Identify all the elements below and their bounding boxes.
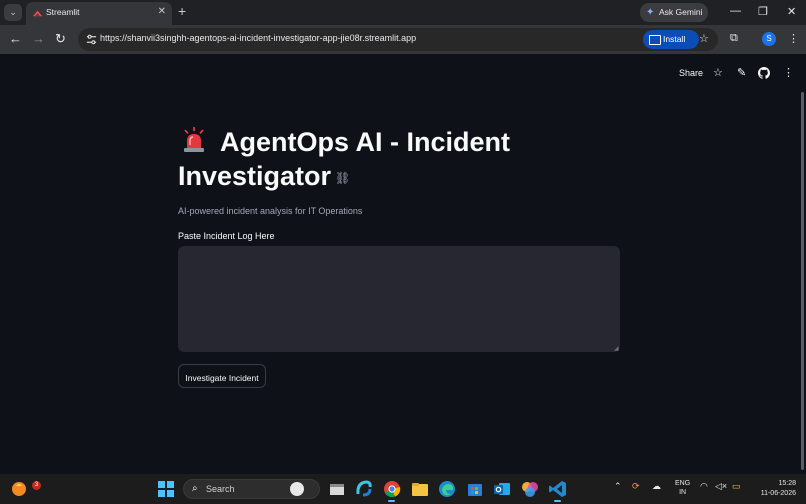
browser-toolbar: ← → ↻ https://shanvii3singhh-agentops-ai… bbox=[0, 25, 806, 54]
extensions-puzzle-icon[interactable]: ⧉ bbox=[730, 32, 738, 45]
ask-gemini-button[interactable]: ✦ Ask Gemini bbox=[640, 3, 708, 22]
vscode-active-indicator bbox=[554, 500, 561, 502]
bookmark-star-icon[interactable]: ☆ bbox=[699, 32, 709, 45]
folder-icon[interactable] bbox=[410, 479, 430, 499]
language-region: IN bbox=[679, 489, 687, 496]
github-icon[interactable] bbox=[758, 67, 770, 79]
store-icon[interactable] bbox=[465, 479, 485, 499]
search-highlight-icon bbox=[290, 482, 304, 496]
search-icon: ⌕ bbox=[192, 483, 198, 494]
address-bar[interactable]: https://shanvii3singhh-agentops-ai-incid… bbox=[78, 28, 718, 51]
clock-date: 11-06-2026 bbox=[760, 490, 796, 497]
window-restore-button[interactable]: ❐ bbox=[758, 5, 768, 18]
install-monitor-icon bbox=[649, 35, 661, 45]
back-arrow-icon[interactable]: ← bbox=[9, 32, 22, 46]
rotating-light-icon bbox=[178, 125, 208, 153]
wifi-icon[interactable]: ◠ bbox=[700, 481, 708, 492]
site-info-icon[interactable] bbox=[86, 34, 97, 45]
tab-close-icon[interactable]: ✕ bbox=[158, 6, 166, 17]
incident-log-label: Paste Incident Log Here bbox=[178, 231, 275, 241]
page-subtitle: AI-powered incident analysis for IT Oper… bbox=[178, 206, 363, 216]
streamlit-favicon-icon bbox=[32, 10, 43, 17]
forward-arrow-icon[interactable]: → bbox=[32, 32, 45, 46]
windows-start-button[interactable] bbox=[158, 481, 174, 497]
file-explorer-icon[interactable] bbox=[327, 479, 347, 499]
browser-tab-bar: ⌄ Streamlit ✕ + ✦ Ask Gemini — ❐ ✕ bbox=[0, 0, 806, 25]
taskbar-search-label: Search bbox=[206, 484, 235, 494]
ask-gemini-label: Ask Gemini bbox=[659, 7, 703, 17]
language-code: ENG bbox=[675, 480, 691, 487]
chrome-active-indicator bbox=[388, 500, 395, 502]
copilot-icon[interactable] bbox=[354, 479, 374, 499]
browser-tab-streamlit[interactable]: Streamlit ✕ bbox=[26, 2, 172, 25]
taskbar-search[interactable]: ⌕ Search bbox=[183, 479, 320, 499]
input-language-indicator[interactable]: ENG IN bbox=[675, 479, 690, 497]
tab-search-button[interactable]: ⌄ bbox=[4, 4, 22, 21]
url-text: https://shanvii3singhh-agentops-ai-incid… bbox=[100, 33, 417, 43]
more-vert-icon[interactable]: ⋮ bbox=[783, 66, 794, 79]
edge-icon[interactable] bbox=[437, 479, 457, 499]
cloud-icon[interactable]: ☁ bbox=[652, 481, 661, 492]
windows-taskbar: 3 ⌕ Search ⌃ ⟳ ☁ ENG IN ◠ ◁× ▭ 15:28 11-… bbox=[0, 474, 806, 504]
volume-muted-icon[interactable]: ◁× bbox=[715, 481, 727, 492]
window-close-button[interactable]: ✕ bbox=[787, 5, 796, 18]
tab-title: Streamlit bbox=[46, 7, 80, 17]
link-anchor-icon[interactable]: ⛓ bbox=[335, 161, 350, 195]
system-clock[interactable]: 15:28 11-06-2026 bbox=[756, 479, 796, 499]
investigate-incident-button[interactable]: Investigate Incident bbox=[178, 364, 266, 388]
browser-menu-icon[interactable]: ⋮ bbox=[788, 32, 799, 45]
window-minimize-button[interactable]: — bbox=[730, 5, 741, 17]
profile-avatar[interactable]: S bbox=[762, 32, 776, 46]
new-tab-button[interactable]: + bbox=[178, 4, 186, 18]
vscode-icon[interactable] bbox=[548, 479, 568, 499]
sync-status-icon[interactable]: ⟳ bbox=[632, 481, 640, 492]
gemini-sparkle-icon: ✦ bbox=[646, 7, 655, 18]
chrome-icon[interactable] bbox=[382, 479, 402, 499]
outlook-icon[interactable] bbox=[492, 479, 512, 499]
star-icon[interactable]: ☆ bbox=[713, 66, 723, 79]
install-app-button[interactable]: Install bbox=[643, 30, 699, 49]
page-title: AgentOps AI - Incident Investigator ⛓ bbox=[178, 125, 598, 195]
show-hidden-icons-chevron-icon[interactable]: ⌃ bbox=[614, 481, 622, 492]
incident-log-textarea[interactable] bbox=[178, 246, 620, 352]
photos-icon[interactable] bbox=[520, 479, 540, 499]
battery-icon[interactable]: ▭ bbox=[732, 481, 741, 492]
share-button[interactable]: Share bbox=[679, 68, 703, 78]
install-label: Install bbox=[663, 34, 686, 44]
reload-icon[interactable]: ↻ bbox=[55, 32, 66, 46]
notification-app-icon[interactable]: 3 bbox=[11, 479, 41, 499]
pencil-icon[interactable]: ✎ bbox=[737, 66, 746, 79]
notification-badge: 3 bbox=[32, 481, 41, 490]
clock-time: 15:28 bbox=[778, 480, 796, 487]
